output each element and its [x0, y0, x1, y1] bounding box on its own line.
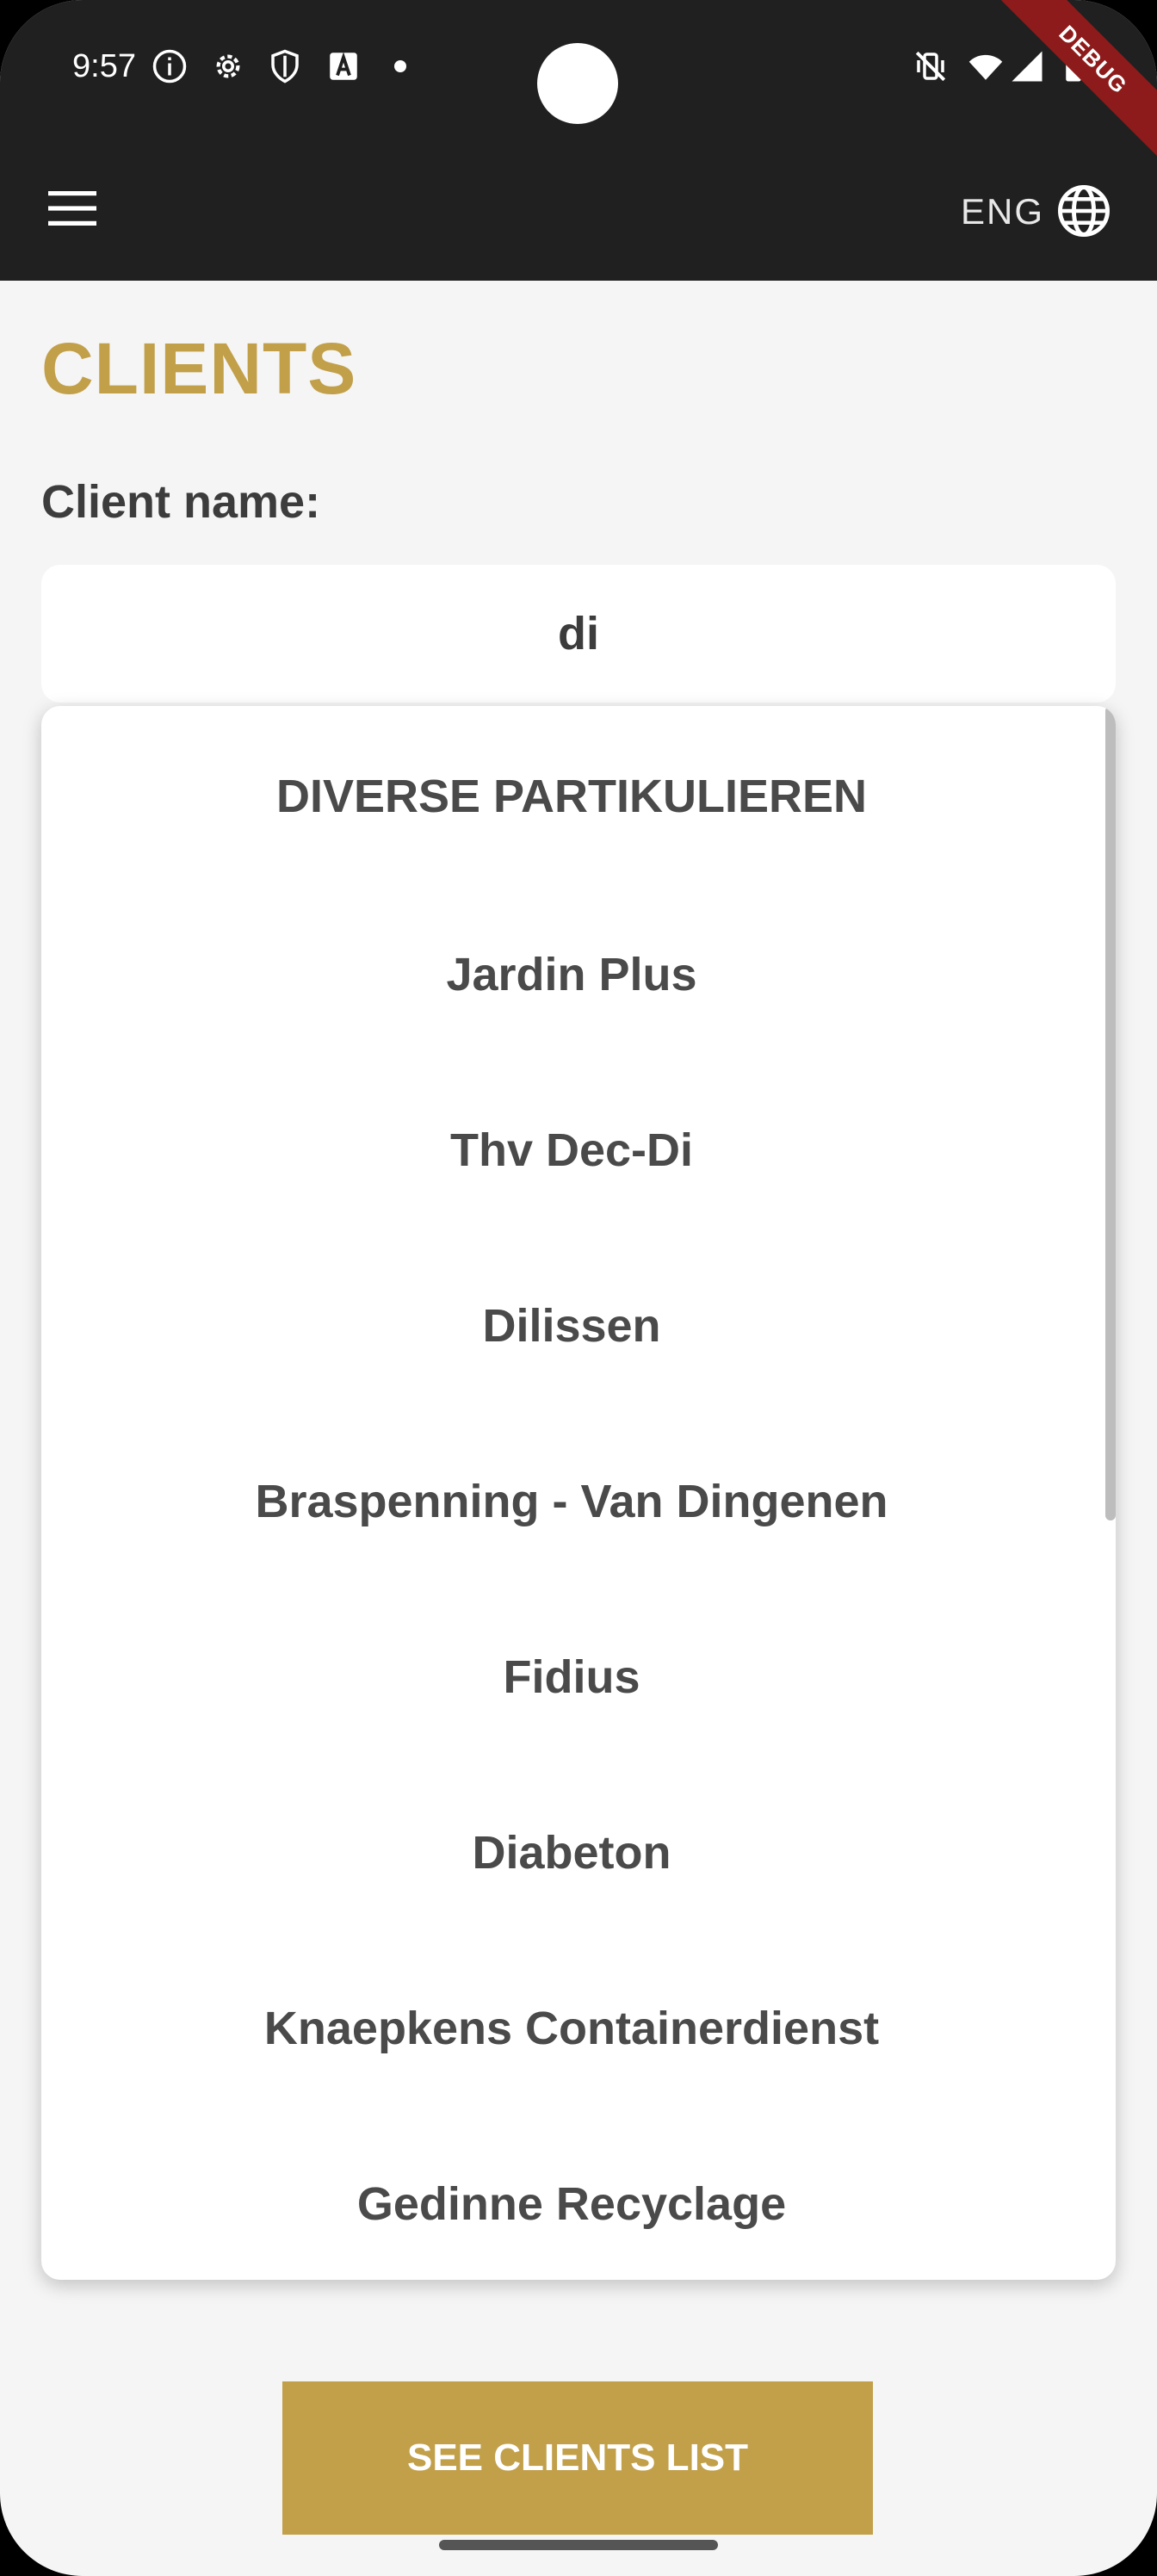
- vibrate-off-icon: [915, 51, 946, 82]
- suggestion-item[interactable]: DIVERSE PARTIKULIEREN: [41, 706, 1102, 887]
- app-bar: 9:57 DEBUG ENG: [0, 0, 1157, 281]
- client-suggestions-dropdown: DIVERSE PARTIKULIEREN Jardin Plus Thv De…: [41, 706, 1116, 2280]
- status-bar: 9:57 DEBUG: [0, 0, 1157, 168]
- suggestion-item[interactable]: Jardin Plus: [41, 887, 1102, 1062]
- home-indicator[interactable]: [439, 2540, 718, 2550]
- suggestion-item[interactable]: Braspenning - Van Dingenen: [41, 1414, 1102, 1589]
- front-camera: [537, 43, 618, 124]
- cellular-signal-icon: [1012, 51, 1043, 82]
- suggestion-item[interactable]: Diabeton: [41, 1765, 1102, 1941]
- text-a-icon: [330, 52, 357, 80]
- status-time: 9:57: [72, 48, 136, 84]
- page-title: CLIENTS: [41, 328, 357, 409]
- hamburger-menu-icon[interactable]: [48, 189, 96, 227]
- suggestion-item[interactable]: Thv Dec-Di: [41, 1062, 1102, 1238]
- settings-gear-icon: [216, 54, 240, 78]
- shield-icon: [271, 49, 299, 84]
- language-selector[interactable]: ENG: [961, 191, 1044, 232]
- see-clients-list-button[interactable]: SEE CLIENTS LIST: [282, 2381, 873, 2535]
- suggestions-list: DIVERSE PARTIKULIEREN Jardin Plus Thv De…: [41, 706, 1102, 2280]
- suggestion-item[interactable]: Knaepkens Containerdienst: [41, 1941, 1102, 2116]
- client-name-label: Client name:: [41, 476, 321, 528]
- suggestion-item[interactable]: Dilissen: [41, 1238, 1102, 1414]
- suggestion-item[interactable]: Fidius: [41, 1589, 1102, 1765]
- notification-dot-icon: [394, 60, 406, 72]
- client-name-input[interactable]: [41, 565, 1116, 703]
- suggestion-item[interactable]: Gedinne Recyclage: [41, 2116, 1102, 2280]
- dropdown-scrollbar[interactable]: [1105, 706, 1116, 1520]
- globe-icon[interactable]: [1055, 183, 1112, 239]
- wifi-icon: [968, 54, 1003, 80]
- device-screen: 9:57 DEBUG ENG CLIENTS Client name: di D…: [0, 0, 1157, 2576]
- info-icon: [152, 49, 187, 84]
